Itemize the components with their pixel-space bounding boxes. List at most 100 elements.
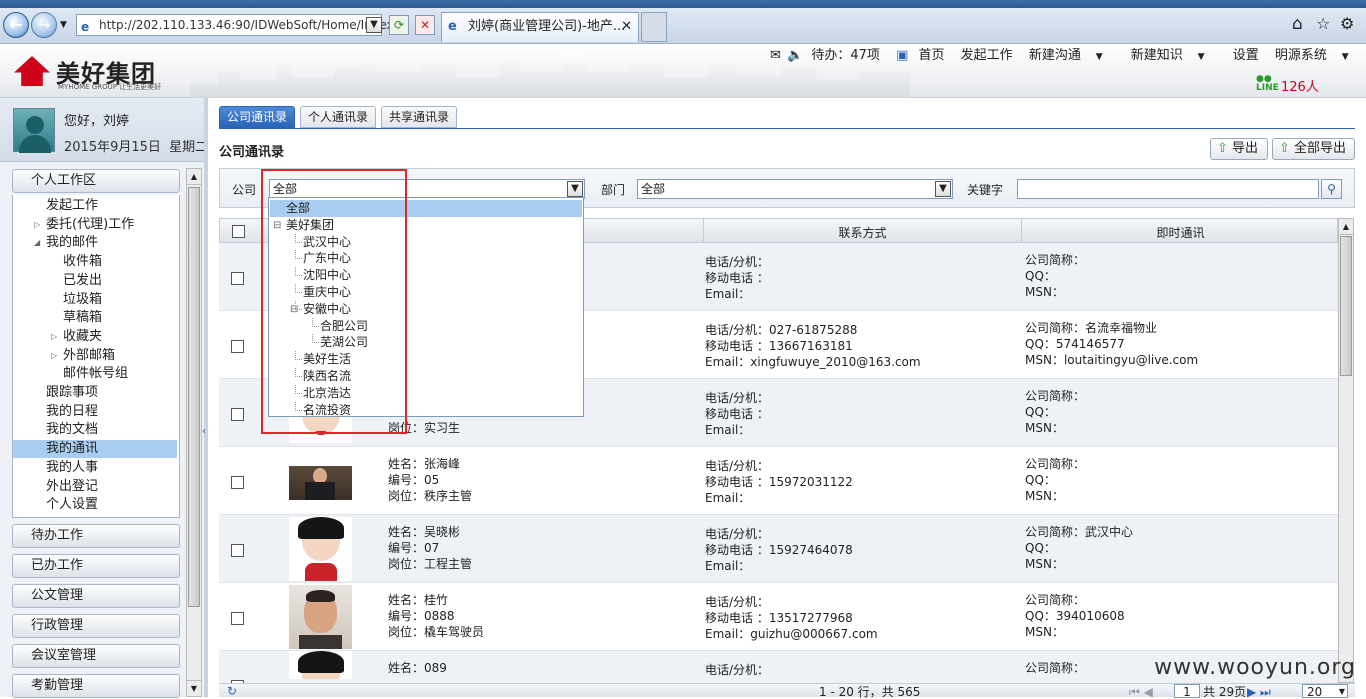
forward-button[interactable]: →: [31, 12, 57, 38]
section-document-management[interactable]: 公文管理: [12, 584, 180, 608]
row-checkbox[interactable]: [231, 612, 244, 625]
column-contact-info[interactable]: 联系方式: [704, 224, 1021, 241]
contact-msn[interactable]: MSN：: [1025, 624, 1064, 640]
scroll-up-icon[interactable]: ▲: [1339, 219, 1353, 235]
menu-start-work[interactable]: 发起工作: [961, 48, 1013, 63]
scroll-thumb[interactable]: [188, 187, 200, 607]
scroll-up-icon[interactable]: ▲: [187, 169, 201, 185]
grid-scrollbar[interactable]: ▲: [1338, 218, 1354, 683]
tree-item[interactable]: 已发出: [13, 272, 177, 290]
table-row[interactable]: 姓名：吴晓彬 编号：07 岗位：工程主管 电话/分机： 移动电话 ：1592746407…: [219, 515, 1338, 583]
department-select[interactable]: 全部: [637, 179, 953, 199]
tree-item-label: 我的邮件: [46, 235, 99, 251]
company-select-arrow-icon[interactable]: ▼: [567, 181, 583, 197]
refresh-icon[interactable]: ↻: [227, 684, 237, 698]
tree-item[interactable]: 草稿箱: [13, 309, 177, 327]
contact-msn[interactable]: MSN：loutaitingyu@live.com: [1025, 352, 1198, 368]
todo-link[interactable]: 待办：47项: [811, 48, 880, 63]
stop-icon[interactable]: ✕: [415, 15, 435, 35]
contact-msn[interactable]: MSN：: [1025, 420, 1064, 436]
scroll-down-icon[interactable]: ▼: [187, 680, 201, 696]
department-select-arrow-icon[interactable]: ▼: [935, 181, 951, 197]
row-checkbox[interactable]: [231, 544, 244, 557]
tree-item[interactable]: ▷ 收藏夹: [13, 328, 177, 346]
settings-gear-icon[interactable]: ⚙: [1340, 14, 1354, 33]
tab-close-icon[interactable]: ✕: [621, 13, 632, 41]
menu-home[interactable]: 首页: [919, 48, 945, 63]
select-all-checkbox[interactable]: [232, 225, 245, 238]
column-im[interactable]: 即时通讯: [1022, 224, 1338, 241]
section-meeting-room[interactable]: 会议室管理: [12, 644, 180, 668]
contact-msn[interactable]: MSN：: [1025, 284, 1064, 300]
tree-item[interactable]: 邮件帐号组: [13, 365, 177, 383]
url-dropdown-icon[interactable]: ▼: [366, 17, 382, 33]
collapse-arrow-icon[interactable]: ‹: [202, 426, 206, 437]
section-attendance[interactable]: 考勤管理: [12, 674, 180, 698]
contact-id: 编号：07: [388, 541, 440, 555]
table-row[interactable]: 姓名：张海峰 编号：05 岗位：秩序主管 电话/分机： 移动电话 ：1597203112…: [219, 447, 1338, 515]
online-count[interactable]: 126人: [1281, 76, 1319, 95]
new-tab-button[interactable]: [641, 12, 667, 42]
contact-email[interactable]: Email：: [705, 286, 750, 302]
tab-company-directory[interactable]: 公司通讯录: [219, 106, 296, 128]
menu-new-knowledge[interactable]: 新建知识 ▼: [1131, 48, 1217, 63]
browser-tab[interactable]: e 刘婷(商业管理公司)-地产... ✕: [441, 12, 639, 42]
contact-email[interactable]: Email：guizhu@000667.com: [705, 626, 878, 642]
tab-shared-directory[interactable]: 共享通讯录: [381, 106, 458, 128]
table-row[interactable]: 姓名：桂竹 编号：0888 岗位：橇车驾驶员 电话/分机： 移动电话 ：13517277…: [219, 583, 1338, 651]
search-button[interactable]: ⚲: [1321, 179, 1342, 199]
contact-qq: QQ：574146577: [1025, 337, 1125, 351]
tree-item[interactable]: 垃圾箱: [13, 291, 177, 309]
tree-item[interactable]: 跟踪事项: [13, 384, 177, 402]
address-bar[interactable]: e http://202.110.133.46:90/IDWebSoft/Hom…: [76, 14, 394, 36]
tree-item[interactable]: 我的人事: [13, 459, 177, 477]
tree-item[interactable]: 我的文档: [13, 421, 177, 439]
tree-item[interactable]: 外出登记: [13, 478, 177, 496]
scroll-thumb[interactable]: [1340, 236, 1352, 376]
tree-item[interactable]: 我的通讯: [13, 440, 177, 459]
home-icon[interactable]: ⌂: [1292, 14, 1303, 34]
tree-item[interactable]: 收件箱: [13, 253, 177, 271]
mail-icon[interactable]: ✉: [770, 48, 781, 63]
row-checkbox[interactable]: [231, 476, 244, 489]
page-size-select[interactable]: 20 ▼: [1302, 684, 1348, 699]
contact-email[interactable]: Email：: [705, 558, 750, 574]
tree-item[interactable]: 我的日程: [13, 403, 177, 421]
tree-item[interactable]: ▷ 外部邮箱: [13, 347, 177, 365]
contact-email[interactable]: Email：: [705, 422, 750, 438]
hair-shape: [306, 590, 335, 602]
section-done-work[interactable]: 已办工作: [12, 554, 180, 578]
menu-settings[interactable]: 设置: [1233, 48, 1259, 63]
expand-icon[interactable]: ▷: [34, 216, 40, 234]
menu-new-communication[interactable]: 新建沟通 ▼: [1029, 48, 1115, 63]
export-button[interactable]: ⇧ 导出: [1210, 138, 1268, 160]
refresh-icon[interactable]: ⟳: [389, 15, 409, 35]
splitter[interactable]: [204, 98, 208, 697]
contact-email[interactable]: Email：xingfuwuye_2010@163.com: [705, 354, 921, 370]
page-input[interactable]: 1: [1174, 684, 1200, 699]
favorites-star-icon[interactable]: ☆: [1316, 14, 1330, 33]
contact-msn[interactable]: MSN：: [1025, 488, 1064, 504]
row-checkbox[interactable]: [231, 272, 244, 285]
tree-item[interactable]: 个人设置: [13, 496, 177, 514]
row-checkbox[interactable]: [231, 408, 244, 421]
tree-item[interactable]: 发起工作: [13, 197, 177, 215]
section-admin-management[interactable]: 行政管理: [12, 614, 180, 638]
export-all-button[interactable]: ⇧ 全部导出: [1272, 138, 1355, 160]
section-pending-work[interactable]: 待办工作: [12, 524, 180, 548]
expand-icon[interactable]: ▷: [51, 328, 57, 346]
expand-icon[interactable]: ▷: [51, 347, 57, 365]
tree-item[interactable]: ◢ 我的邮件: [13, 234, 177, 252]
row-checkbox[interactable]: [231, 340, 244, 353]
collapse-icon[interactable]: ◢: [34, 234, 40, 252]
menu-mingyuan-system[interactable]: 明源系统 ▼: [1275, 48, 1361, 63]
tab-personal-directory[interactable]: 个人通讯录: [300, 106, 377, 128]
keyword-input[interactable]: [1017, 179, 1319, 199]
tree-item[interactable]: ▷ 委托(代理)工作: [13, 216, 177, 234]
back-button[interactable]: ←: [3, 12, 29, 38]
left-scrollbar[interactable]: ▲ ▼: [186, 168, 202, 697]
contact-msn[interactable]: MSN：: [1025, 556, 1064, 572]
history-dropdown-icon[interactable]: ▼: [60, 20, 67, 30]
contact-email[interactable]: Email：: [705, 490, 750, 506]
section-personal-workspace[interactable]: 个人工作区: [12, 169, 180, 193]
